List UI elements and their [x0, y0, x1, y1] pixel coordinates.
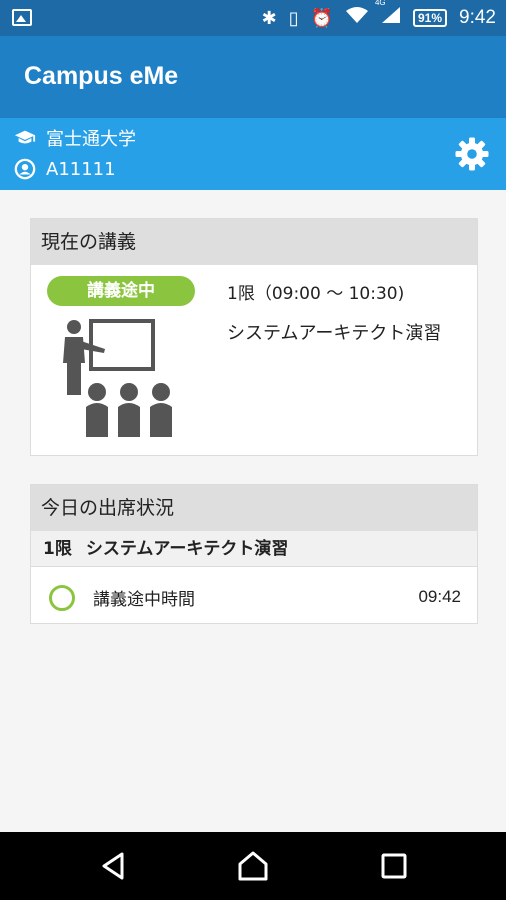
lecture-course: システムアーキテクト演習 — [227, 323, 442, 344]
image-icon — [12, 9, 32, 26]
university-name: 富士通大学 — [46, 129, 136, 150]
recents-icon[interactable] — [378, 850, 410, 882]
university-row: 富士通大学 — [14, 125, 136, 151]
lecture-illustration-icon — [63, 319, 172, 437]
circle-icon — [49, 585, 75, 611]
alarm-icon: ⏰ — [310, 8, 333, 28]
student-id: A11111 — [46, 158, 116, 180]
gear-icon[interactable] — [454, 136, 490, 172]
home-icon[interactable] — [237, 850, 269, 882]
student-id-row: A11111 — [14, 158, 116, 180]
back-icon[interactable] — [98, 850, 130, 882]
status-badge: 講義途中 — [47, 276, 195, 306]
network-type: 4G — [374, 0, 386, 7]
attendance-course: システムアーキテクト演習 — [85, 539, 289, 559]
battery-icon: 91% — [412, 9, 448, 27]
bluetooth-icon: ✱ — [261, 8, 277, 28]
user-bar: 富士通大学 A11111 — [0, 118, 506, 190]
clock: 9:42 — [459, 7, 496, 28]
signal-icon: 4G — [375, 0, 401, 30]
list-item[interactable]: 講義途中時間 09:42 — [31, 567, 477, 625]
attendance-status: 講義途中時間 — [93, 590, 195, 610]
current-lecture-card[interactable]: 現在の講義 講義途中 1限（09:00 〜 10:30) システムアーキテクト演… — [30, 218, 478, 456]
attendance-time: 09:42 — [418, 587, 461, 606]
app-title: Campus eMe — [24, 62, 179, 90]
status-icons: ✱ ▯ ⏰ 4G 91% 9:42 — [262, 0, 496, 36]
period-label: 1限 — [43, 539, 72, 559]
wifi-icon — [345, 6, 369, 30]
current-lecture-header: 現在の講義 — [31, 219, 477, 265]
app-bar: Campus eMe — [0, 36, 506, 118]
navigation-bar — [0, 832, 506, 900]
status-bar: ✱ ▯ ⏰ 4G 91% 9:42 — [0, 0, 506, 36]
user-icon — [14, 158, 36, 180]
vibrate-icon: ▯ — [288, 8, 299, 28]
attendance-card: 今日の出席状況 1限 システムアーキテクト演習 講義途中時間 09:42 — [30, 484, 478, 624]
attendance-course-header: 1限 システムアーキテクト演習 — [31, 531, 477, 567]
attendance-header: 今日の出席状況 — [31, 485, 477, 531]
graduation-cap-icon — [14, 130, 36, 144]
lecture-period: 1限（09:00 〜 10:30) — [227, 284, 405, 304]
